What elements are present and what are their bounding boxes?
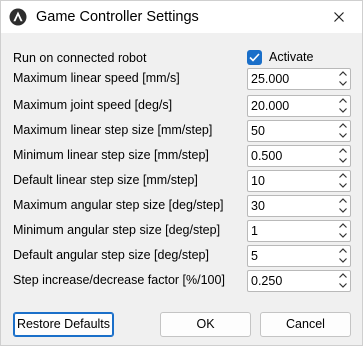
spin-down-button[interactable]	[336, 131, 350, 141]
spin-value[interactable]: 0.250	[251, 274, 282, 288]
min-angular-step-spinbox[interactable]: 1	[247, 220, 351, 242]
row-min-linear-step: Minimum linear step size [mm/step] 0.500	[1, 145, 362, 167]
chevron-down-icon	[339, 158, 347, 163]
row-step-factor: Step increase/decrease factor [%/100] 0.…	[1, 270, 362, 292]
window-title: Game Controller Settings	[36, 9, 199, 25]
row-max-joint-speed: Maximum joint speed [deg/s] 20.000	[1, 95, 362, 117]
spin-down-button[interactable]	[336, 206, 350, 216]
close-icon	[334, 12, 344, 22]
spin-buttons	[336, 221, 350, 241]
spin-down-button[interactable]	[336, 106, 350, 116]
spin-buttons	[336, 271, 350, 291]
spin-value[interactable]: 5	[251, 249, 258, 263]
spin-up-button[interactable]	[336, 96, 350, 106]
spin-buttons	[336, 171, 350, 191]
setting-label: Default linear step size [mm/step]	[13, 173, 198, 187]
step-factor-spinbox[interactable]: 0.250	[247, 270, 351, 292]
settings-dialog: Game Controller Settings Run on connecte…	[0, 0, 363, 346]
chevron-up-icon	[339, 173, 347, 178]
row-max-angular-step: Maximum angular step size [deg/step] 30	[1, 195, 362, 217]
spin-buttons	[336, 69, 350, 89]
row-default-linear-step: Default linear step size [mm/step] 10	[1, 170, 362, 192]
chevron-down-icon	[339, 208, 347, 213]
row-min-angular-step: Minimum angular step size [deg/step] 1	[1, 220, 362, 242]
setting-label: Maximum linear step size [mm/step]	[13, 123, 213, 137]
chevron-down-icon	[339, 81, 347, 86]
spin-up-button[interactable]	[336, 171, 350, 181]
spin-value[interactable]: 10	[251, 174, 265, 188]
max-linear-step-spinbox[interactable]: 50	[247, 120, 351, 142]
chevron-down-icon	[339, 133, 347, 138]
row-default-angular-step: Default angular step size [deg/step] 5	[1, 245, 362, 267]
restore-defaults-button[interactable]: Restore Defaults	[13, 312, 114, 337]
setting-label: Minimum linear step size [mm/step]	[13, 148, 209, 162]
spin-buttons	[336, 121, 350, 141]
spin-up-button[interactable]	[336, 69, 350, 79]
spin-buttons	[336, 246, 350, 266]
spin-down-button[interactable]	[336, 156, 350, 166]
chevron-up-icon	[339, 198, 347, 203]
spin-value[interactable]: 1	[251, 224, 258, 238]
close-button[interactable]	[316, 1, 362, 33]
activate-label: Activate	[269, 50, 314, 64]
default-linear-step-spinbox[interactable]: 10	[247, 170, 351, 192]
chevron-up-icon	[339, 273, 347, 278]
spin-up-button[interactable]	[336, 196, 350, 206]
spin-up-button[interactable]	[336, 246, 350, 256]
min-linear-step-spinbox[interactable]: 0.500	[247, 145, 351, 167]
setting-label: Maximum linear speed [mm/s]	[13, 71, 180, 85]
setting-label: Step increase/decrease factor [%/100]	[13, 273, 225, 287]
spin-value[interactable]: 50	[251, 124, 265, 138]
max-angular-step-spinbox[interactable]: 30	[247, 195, 351, 217]
setting-label: Maximum joint speed [deg/s]	[13, 98, 173, 112]
ok-button[interactable]: OK	[160, 312, 251, 337]
spin-value[interactable]: 20.000	[251, 99, 289, 113]
chevron-down-icon	[339, 108, 347, 113]
default-angular-step-spinbox[interactable]: 5	[247, 245, 351, 267]
chevron-up-icon	[339, 98, 347, 103]
spin-down-button[interactable]	[336, 256, 350, 266]
spin-down-button[interactable]	[336, 231, 350, 241]
spin-value[interactable]: 0.500	[251, 149, 282, 163]
setting-label: Minimum angular step size [deg/step]	[13, 223, 221, 237]
row-max-linear-step: Maximum linear step size [mm/step] 50	[1, 120, 362, 142]
spin-buttons	[336, 196, 350, 216]
run-on-connected-robot-label: Run on connected robot	[13, 51, 147, 65]
spin-down-button[interactable]	[336, 281, 350, 291]
spin-up-button[interactable]	[336, 121, 350, 131]
chevron-down-icon	[339, 258, 347, 263]
spin-value[interactable]: 30	[251, 199, 265, 213]
setting-label: Default angular step size [deg/step]	[13, 248, 209, 262]
row-max-linear-speed: Maximum linear speed [mm/s] 25.000	[1, 68, 362, 90]
chevron-down-icon	[339, 183, 347, 188]
chevron-up-icon	[339, 223, 347, 228]
spin-value[interactable]: 25.000	[251, 72, 289, 86]
spin-up-button[interactable]	[336, 146, 350, 156]
spin-buttons	[336, 146, 350, 166]
chevron-down-icon	[339, 233, 347, 238]
checkbox-box[interactable]	[247, 50, 262, 65]
cancel-button[interactable]: Cancel	[260, 312, 351, 337]
spin-buttons	[336, 96, 350, 116]
setting-label: Maximum angular step size [deg/step]	[13, 198, 224, 212]
chevron-up-icon	[339, 148, 347, 153]
spin-up-button[interactable]	[336, 221, 350, 231]
robot-logo-icon	[9, 8, 27, 26]
title-bar: Game Controller Settings	[1, 1, 362, 33]
row-run-on-connected-robot: Run on connected robot Activate	[1, 48, 362, 70]
spin-up-button[interactable]	[336, 271, 350, 281]
spin-down-button[interactable]	[336, 181, 350, 191]
chevron-down-icon	[339, 283, 347, 288]
chevron-up-icon	[339, 248, 347, 253]
max-linear-speed-spinbox[interactable]: 25.000	[247, 68, 351, 90]
check-icon	[249, 53, 260, 62]
spin-down-button[interactable]	[336, 79, 350, 89]
chevron-up-icon	[339, 71, 347, 76]
chevron-up-icon	[339, 123, 347, 128]
max-joint-speed-spinbox[interactable]: 20.000	[247, 95, 351, 117]
